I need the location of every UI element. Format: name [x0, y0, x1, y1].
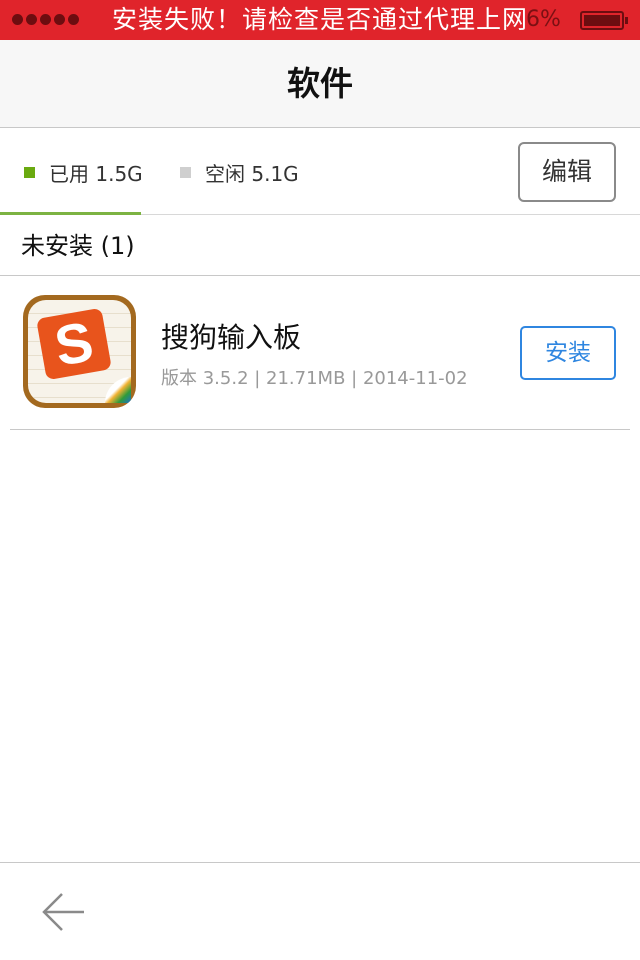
storage-summary: 已用 1.5G 空闲 5.1G 编辑: [0, 128, 640, 215]
storage-used-label: 已用 1.5G: [49, 162, 143, 186]
error-banner: 安装失败！请检查是否通过代理上网: [111, 5, 528, 34]
app-meta: 版本 3.5.2 | 21.71MB | 2014-11-02: [161, 368, 468, 389]
sogou-app-icon: S: [23, 295, 136, 408]
storage-free-label: 空闲 5.1G: [205, 162, 299, 186]
bottom-toolbar: [0, 862, 640, 960]
section-title-not-installed: 未安装 (1): [21, 232, 135, 260]
screen: 6% 安装失败！请检查是否通过代理上网 软件 已用 1.5G 空闲 5.1G 编…: [0, 0, 640, 960]
back-arrow-icon[interactable]: [40, 891, 88, 933]
status-bar: 6% 安装失败！请检查是否通过代理上网: [0, 0, 640, 40]
navigation-bar: 软件: [0, 40, 640, 128]
install-button[interactable]: 安装: [520, 326, 616, 380]
icon-letter: S: [36, 307, 112, 381]
used-legend-square: [24, 167, 35, 178]
storage-free: 空闲 5.1G: [180, 128, 299, 215]
app-name: 搜狗输入板: [161, 321, 302, 354]
page-title: 软件: [287, 64, 353, 103]
edit-button[interactable]: 编辑: [518, 142, 616, 202]
free-legend-square: [180, 167, 191, 178]
storage-used: 已用 1.5G: [24, 128, 143, 215]
list-item[interactable]: S 搜狗输入板 版本 3.5.2 | 21.71MB | 2014-11-02 …: [10, 276, 630, 430]
section-header: 未安装 (1): [0, 215, 640, 276]
